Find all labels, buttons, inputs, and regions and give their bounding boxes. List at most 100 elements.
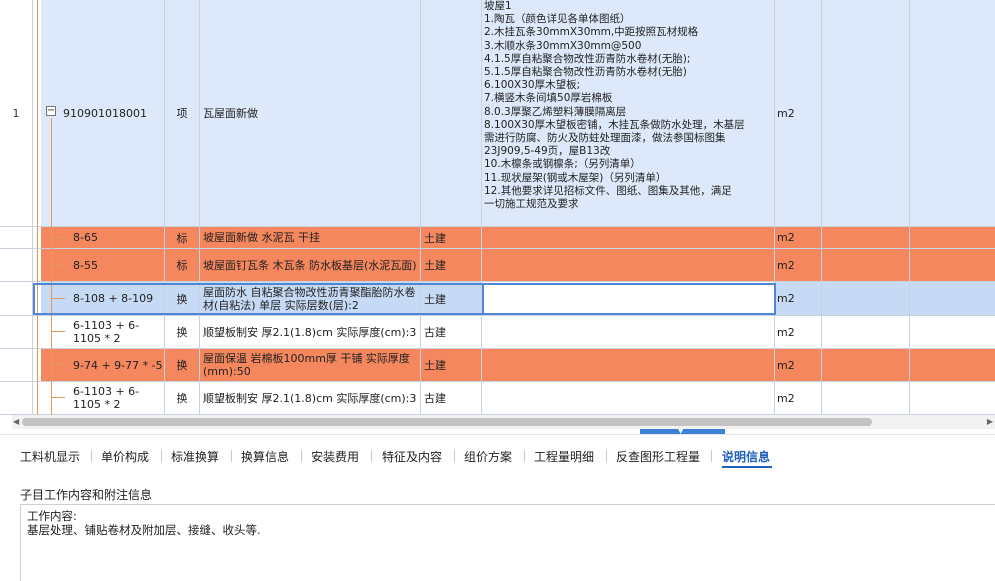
tab-separator <box>524 450 525 462</box>
item-name[interactable]: 瓦屋面新做 <box>200 0 421 227</box>
quota-unit: m2 <box>775 316 822 349</box>
empty-cell <box>910 349 995 382</box>
quota-unit: m2 <box>775 282 822 316</box>
collapse-toggle-icon[interactable]: − <box>46 106 56 116</box>
empty-cell <box>822 316 910 349</box>
item-unit: m2 <box>775 0 822 227</box>
item-specialty <box>421 0 482 227</box>
quota-unit: m2 <box>775 382 822 415</box>
tab-install-fee[interactable]: 安装费用 <box>311 448 359 465</box>
info-content-box[interactable]: 工作内容: 基层处理、铺贴卷材及附加层、接缝、收头等. <box>20 504 995 581</box>
empty-cell <box>822 282 910 316</box>
quota-features[interactable] <box>482 249 775 282</box>
quota-code[interactable]: 6-1103 + 6-1105 * 2 <box>41 382 165 415</box>
tab-standard-conversion[interactable]: 标准换算 <box>171 448 219 465</box>
empty-cell <box>910 227 995 249</box>
quota-category: 标 <box>165 249 200 282</box>
table-row-quota[interactable]: 8-65 标 坡屋面新做 水泥瓦 干挂 土建 m2 <box>0 227 995 249</box>
quota-features[interactable] <box>482 349 775 382</box>
quota-unit: m2 <box>775 249 822 282</box>
quota-name[interactable]: 屋面防水 自粘聚合物改性沥青聚酯胎防水卷材(自粘法) 单层 实际层数(层):2 <box>200 282 421 316</box>
quota-features[interactable] <box>482 316 775 349</box>
tree-line <box>51 331 65 332</box>
quota-code[interactable]: 6-1103 + 6-1105 * 2 <box>41 316 165 349</box>
scroll-left-icon[interactable]: ◀ <box>13 417 19 426</box>
tab-material-machine[interactable]: 工料机显示 <box>20 448 80 465</box>
row-number: 1 <box>0 0 33 227</box>
empty-cell <box>910 249 995 282</box>
tab-separator <box>371 450 372 462</box>
info-section-title: 子目工作内容和附注信息 <box>20 488 153 502</box>
tree-line <box>51 118 52 415</box>
table-row-bill-item[interactable]: 1 910901018001 项 瓦屋面新做 坡屋1 1.陶瓦（颜色详见各单体图… <box>0 0 995 227</box>
tab-separator <box>231 450 232 462</box>
quota-features[interactable] <box>482 227 775 249</box>
item-category: 项 <box>165 0 200 227</box>
empty-cell <box>822 382 910 415</box>
tab-pricing-scheme[interactable]: 组价方案 <box>464 448 512 465</box>
detail-tab-bar: 工料机显示 单价构成 标准换算 换算信息 安装费用 特征及内容 组价方案 工程量… <box>0 434 995 473</box>
row-number <box>0 227 33 249</box>
table-row-quota[interactable]: 9-74 + 9-77 * -5 换 屋面保温 岩棉板100mm厚 干铺 实际厚… <box>0 349 995 382</box>
quota-category: 换 <box>165 349 200 382</box>
quota-grid: 1 910901018001 项 瓦屋面新做 坡屋1 1.陶瓦（颜色详见各单体图… <box>0 0 995 415</box>
row-number <box>0 282 33 316</box>
scrollbar-thumb[interactable] <box>22 418 872 426</box>
info-line: 基层处理、铺贴卷材及附加层、接缝、收头等. <box>27 523 261 537</box>
quota-category: 标 <box>165 227 200 249</box>
empty-cell <box>910 0 995 227</box>
table-row-quota[interactable]: 8-55 标 坡屋面钉瓦条 木瓦条 防水板基层(水泥瓦面) 土建 m2 <box>0 249 995 282</box>
quota-name[interactable]: 屋面保温 岩棉板100mm厚 干铺 实际厚度(mm):50 <box>200 349 421 382</box>
tree-line <box>51 298 65 299</box>
tree-line <box>51 364 65 365</box>
scroll-right-icon[interactable]: ▶ <box>987 417 993 426</box>
quota-category: 换 <box>165 382 200 415</box>
quota-specialty: 古建 <box>421 382 482 415</box>
quota-name[interactable]: 顺望板制安 厚2.1(1.8)cm 实际厚度(cm):3 <box>200 316 421 349</box>
horizontal-scrollbar[interactable]: ◀ ▶ <box>12 415 995 429</box>
tab-description-info[interactable]: 说明信息 <box>722 448 770 465</box>
quota-code[interactable]: 9-74 + 9-77 * -5 <box>41 349 165 382</box>
tab-separator <box>161 450 162 462</box>
quota-specialty: 土建 <box>421 249 482 282</box>
quota-code[interactable]: 8-65 <box>41 227 165 249</box>
tab-separator <box>606 450 607 462</box>
empty-cell <box>910 316 995 349</box>
empty-cell <box>822 249 910 282</box>
row-number <box>0 316 33 349</box>
tree-line <box>51 237 65 238</box>
active-cell-editor[interactable] <box>482 283 776 315</box>
table-row-quota[interactable]: 6-1103 + 6-1105 * 2 换 顺望板制安 厚2.1(1.8)cm … <box>0 382 995 415</box>
tab-separator <box>711 450 712 462</box>
tree-line <box>51 265 65 266</box>
row-number <box>0 249 33 282</box>
quota-unit: m2 <box>775 227 822 249</box>
quota-name[interactable]: 顺望板制安 厚2.1(1.8)cm 实际厚度(cm):3 <box>200 382 421 415</box>
quota-specialty: 古建 <box>421 316 482 349</box>
tab-unit-price[interactable]: 单价构成 <box>101 448 149 465</box>
row-number <box>0 382 33 415</box>
quota-specialty: 土建 <box>421 227 482 249</box>
table-row-quota[interactable]: 6-1103 + 6-1105 * 2 换 顺望板制安 厚2.1(1.8)cm … <box>0 316 995 349</box>
empty-cell <box>910 282 995 316</box>
empty-cell <box>822 227 910 249</box>
tab-separator <box>454 450 455 462</box>
tab-features-content[interactable]: 特征及内容 <box>382 448 442 465</box>
quota-code[interactable]: 8-108 + 8-109 <box>41 282 165 316</box>
tab-reverse-graphic-quantity[interactable]: 反查图形工程量 <box>616 448 700 465</box>
item-code[interactable]: 910901018001 <box>41 0 165 227</box>
quota-unit: m2 <box>775 349 822 382</box>
quota-name[interactable]: 坡屋面新做 水泥瓦 干挂 <box>200 227 421 249</box>
empty-cell <box>822 349 910 382</box>
tab-conversion-info[interactable]: 换算信息 <box>241 448 289 465</box>
quota-features[interactable] <box>482 382 775 415</box>
tab-quantity-detail[interactable]: 工程量明细 <box>534 448 594 465</box>
info-line: 工作内容: <box>27 509 77 523</box>
tab-separator <box>301 450 302 462</box>
empty-cell <box>910 382 995 415</box>
quota-category: 换 <box>165 282 200 316</box>
tree-line <box>51 397 65 398</box>
quota-name[interactable]: 坡屋面钉瓦条 木瓦条 防水板基层(水泥瓦面) <box>200 249 421 282</box>
active-tab-indicator <box>722 466 772 468</box>
item-features[interactable]: 坡屋1 1.陶瓦（颜色详见各单体图纸） 2.木挂瓦条30mmX30mm,中距按照… <box>482 0 775 227</box>
